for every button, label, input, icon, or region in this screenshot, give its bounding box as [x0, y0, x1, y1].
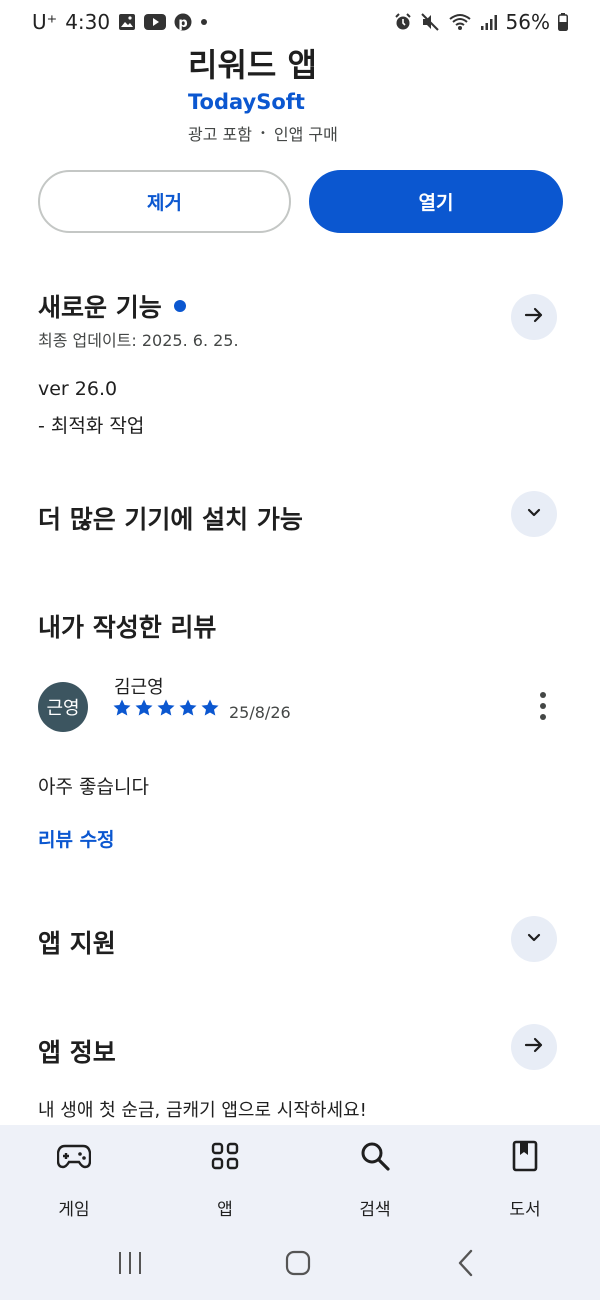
nav-label-games: 게임 [58, 1200, 90, 1220]
more-devices-expand-button[interactable] [511, 491, 557, 537]
review-text: 아주 좋습니다 [38, 776, 149, 798]
alarm-icon [394, 13, 412, 31]
battery-icon [558, 13, 568, 31]
app-title: 리워드 앱 [188, 46, 317, 84]
wifi-icon [448, 13, 472, 31]
app-info-arrow-button[interactable] [511, 1024, 557, 1070]
my-review-title: 내가 작성한 리뷰 [38, 613, 217, 642]
chevron-down-icon [524, 927, 544, 951]
app-info-description: 내 생애 첫 순금, 금캐기 앱으로 시작하세요! [38, 1100, 367, 1121]
reviewer-name: 김근영 [114, 677, 164, 698]
nav-item-search[interactable]: 검색 [315, 1139, 435, 1220]
more-devices-title: 더 많은 기기에 설치 가능 [38, 505, 303, 534]
meta-ads: 광고 포함 [188, 125, 252, 144]
whats-new-heading: 새로운 기능 [38, 288, 186, 324]
bottom-navigation: 게임 앱 검색 도서 [0, 1125, 600, 1300]
star-icon [113, 699, 131, 716]
back-button[interactable] [446, 1245, 486, 1285]
version-text: ver 26.0 [38, 378, 118, 400]
nav-item-games[interactable]: 게임 [14, 1139, 134, 1220]
whats-new-title: 새로운 기능 [38, 293, 162, 322]
whats-new-arrow-button[interactable] [511, 294, 557, 340]
review-date: 25/8/26 [229, 703, 291, 722]
remove-button[interactable]: 제거 [38, 170, 291, 233]
chevron-down-icon [524, 502, 544, 526]
last-updated: 최종 업데이트: 2025. 6. 25. [38, 331, 239, 350]
nav-item-apps[interactable]: 앱 [165, 1139, 285, 1220]
new-indicator-dot [173, 300, 186, 312]
arrow-right-icon [523, 1034, 545, 1060]
back-chevron-icon [456, 1249, 476, 1281]
nav-label-apps: 앱 [217, 1200, 233, 1220]
avatar: 근영 [38, 682, 88, 732]
gamepad-icon [57, 1139, 91, 1173]
nav-label-search: 검색 [359, 1200, 391, 1220]
home-button[interactable] [278, 1245, 318, 1285]
app-support-title: 앱 지원 [38, 929, 116, 958]
more-notifications-dot-icon [200, 18, 208, 26]
status-left: U⁺ 4:30 p [32, 10, 208, 34]
star-icon [135, 699, 153, 716]
star-icon [201, 699, 219, 716]
book-icon [512, 1139, 538, 1173]
status-right: 56% [394, 10, 568, 34]
app-info-title: 앱 정보 [38, 1038, 116, 1067]
app-meta: 광고 포함 • 인앱 구매 [188, 121, 338, 145]
arrow-right-icon [523, 304, 545, 330]
edit-review-link[interactable]: 리뷰 수정 [38, 825, 115, 852]
youtube-notification-icon [144, 14, 167, 30]
star-rating [112, 698, 220, 718]
more-vert-dot [540, 703, 546, 709]
nav-item-books[interactable]: 도서 [465, 1139, 585, 1220]
apps-grid-icon [211, 1139, 239, 1173]
home-icon [285, 1250, 311, 1280]
clock: 4:30 [65, 10, 111, 34]
more-vert-icon [540, 692, 546, 698]
release-note: - 최적화 작업 [38, 415, 145, 437]
meta-separator: • [259, 127, 266, 139]
search-icon [359, 1139, 391, 1173]
battery-percent: 56% [505, 10, 550, 34]
signal-icon [480, 13, 498, 31]
mute-icon [420, 13, 440, 31]
recents-icon [117, 1251, 143, 1279]
review-more-options-button[interactable] [528, 688, 558, 724]
meta-iap: 인앱 구매 [273, 125, 338, 144]
recent-apps-button[interactable] [110, 1245, 150, 1285]
carrier-label: U⁺ [32, 10, 58, 34]
nav-label-books: 도서 [509, 1200, 541, 1220]
star-icon [179, 699, 197, 716]
gallery-notification-icon [118, 13, 136, 31]
star-icon [157, 699, 175, 716]
open-button[interactable]: 열기 [309, 170, 563, 233]
app-support-expand-button[interactable] [511, 916, 557, 962]
developer-link[interactable]: TodaySoft [188, 90, 305, 114]
svg-text:p: p [178, 16, 187, 31]
system-navigation-bar [0, 1245, 600, 1285]
more-vert-dot [540, 714, 546, 720]
pinterest-notification-icon: p [174, 13, 192, 31]
